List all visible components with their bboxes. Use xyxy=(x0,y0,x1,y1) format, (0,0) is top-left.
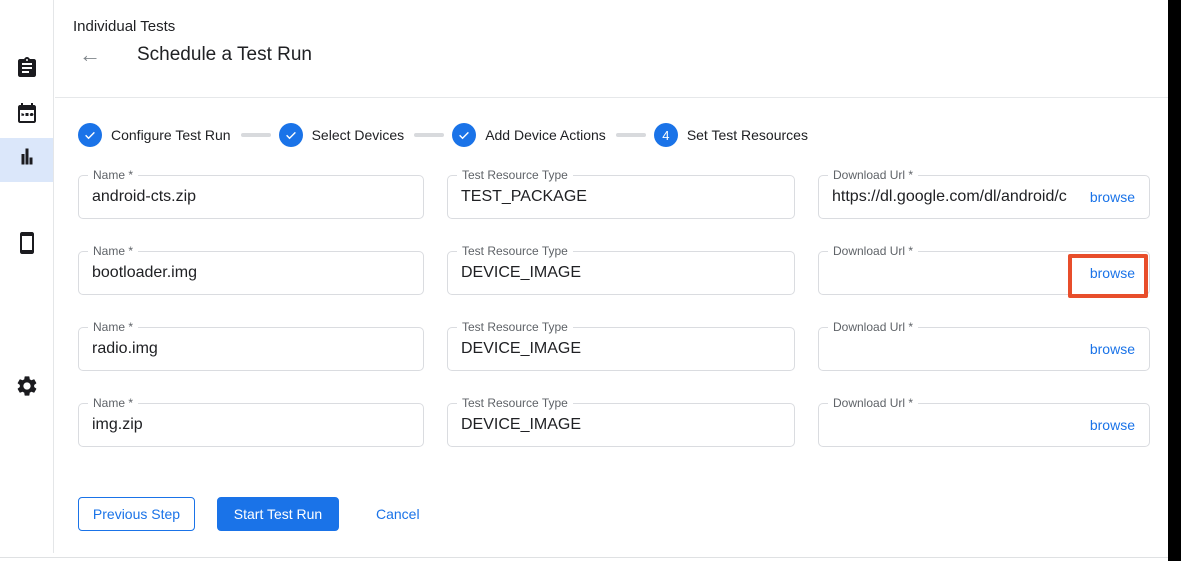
sidebar-item-settings[interactable] xyxy=(0,366,53,410)
sidebar-item-test-plans[interactable] xyxy=(0,93,53,137)
step-label: Configure Test Run xyxy=(111,127,231,143)
name-field[interactable]: Name * bootloader.img xyxy=(78,251,424,295)
sidebar-item-test-runs[interactable] xyxy=(0,138,53,182)
check-icon xyxy=(78,123,102,147)
name-field[interactable]: Name * android-cts.zip xyxy=(78,175,424,219)
field-value: DEVICE_IMAGE xyxy=(461,404,784,446)
test-resource-type-field[interactable]: Test Resource Type DEVICE_IMAGE xyxy=(447,327,795,371)
right-black-strip xyxy=(1168,0,1181,561)
step-label: Select Devices xyxy=(312,127,405,143)
field-value xyxy=(832,328,1071,370)
page-title: Schedule a Test Run xyxy=(137,44,312,66)
field-value: DEVICE_IMAGE xyxy=(461,252,784,294)
download-url-field[interactable]: Download Url * browse xyxy=(818,327,1150,371)
name-field[interactable]: Name * radio.img xyxy=(78,327,424,371)
field-value: DEVICE_IMAGE xyxy=(461,328,784,370)
download-url-field[interactable]: Download Url * browse xyxy=(818,403,1150,447)
stepper: Configure Test Run Select Devices Add De… xyxy=(78,123,808,147)
browse-link[interactable]: browse xyxy=(1090,252,1135,294)
sidebar-item-tests[interactable] xyxy=(0,48,53,92)
field-value: https://dl.google.com/dl/android/c xyxy=(832,176,1071,218)
step-connector xyxy=(414,133,444,137)
sidebar-item-devices[interactable] xyxy=(0,223,53,267)
clipboard-icon xyxy=(15,56,39,85)
step-configure-test-run[interactable]: Configure Test Run xyxy=(78,123,231,147)
step-add-device-actions[interactable]: Add Device Actions xyxy=(452,123,606,147)
test-resource-type-field[interactable]: Test Resource Type DEVICE_IMAGE xyxy=(447,403,795,447)
browse-link[interactable]: browse xyxy=(1090,328,1135,370)
start-test-run-button[interactable]: Start Test Run xyxy=(217,497,339,531)
test-resources-form: Name * android-cts.zip Test Resource Typ… xyxy=(78,175,1150,447)
test-resource-type-field[interactable]: Test Resource Type DEVICE_IMAGE xyxy=(447,251,795,295)
header-divider xyxy=(55,97,1168,98)
field-value: android-cts.zip xyxy=(92,176,413,218)
browse-link[interactable]: browse xyxy=(1090,176,1135,218)
back-arrow-icon[interactable]: ← xyxy=(79,43,101,67)
download-url-field[interactable]: Download Url * browse xyxy=(818,251,1150,295)
field-value: radio.img xyxy=(92,328,413,370)
name-field[interactable]: Name * img.zip xyxy=(78,403,424,447)
previous-step-button[interactable]: Previous Step xyxy=(78,497,195,531)
field-value: bootloader.img xyxy=(92,252,413,294)
step-number: 4 xyxy=(654,123,678,147)
download-url-field[interactable]: Download Url * https://dl.google.com/dl/… xyxy=(818,175,1150,219)
cancel-button[interactable]: Cancel xyxy=(376,506,420,522)
step-connector xyxy=(616,133,646,137)
breadcrumb: Individual Tests xyxy=(73,18,175,35)
step-label: Set Test Resources xyxy=(687,127,808,143)
sidebar xyxy=(0,0,54,553)
field-value: img.zip xyxy=(92,404,413,446)
field-value: TEST_PACKAGE xyxy=(461,176,784,218)
field-value xyxy=(832,252,1071,294)
form-actions: Previous Step Start Test Run Cancel xyxy=(78,497,420,531)
bar-chart-icon xyxy=(15,146,39,175)
gear-icon xyxy=(15,374,39,403)
field-value xyxy=(832,404,1071,446)
smartphone-icon xyxy=(15,231,39,260)
step-connector xyxy=(241,133,271,137)
step-select-devices[interactable]: Select Devices xyxy=(279,123,405,147)
browse-link[interactable]: browse xyxy=(1090,404,1135,446)
bottom-border xyxy=(0,557,1168,558)
step-set-test-resources[interactable]: 4 Set Test Resources xyxy=(654,123,808,147)
check-icon xyxy=(279,123,303,147)
check-icon xyxy=(452,123,476,147)
step-label: Add Device Actions xyxy=(485,127,606,143)
test-resource-type-field[interactable]: Test Resource Type TEST_PACKAGE xyxy=(447,175,795,219)
calendar-icon xyxy=(15,101,39,130)
